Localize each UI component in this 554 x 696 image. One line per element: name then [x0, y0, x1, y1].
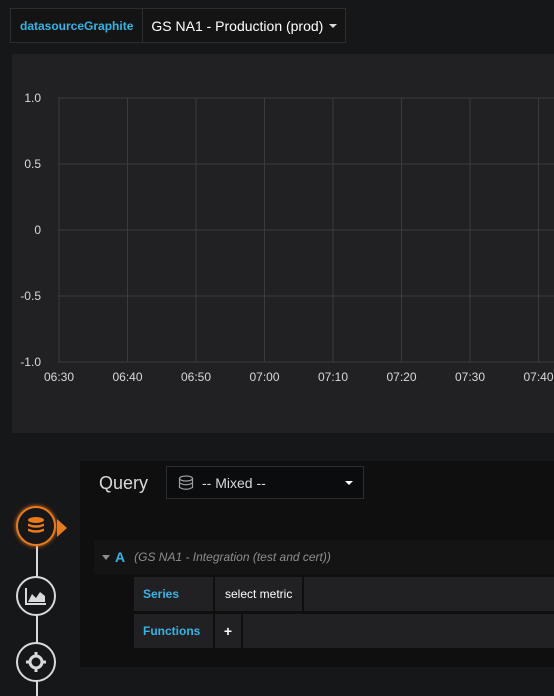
functions-label: Functions	[134, 614, 213, 648]
y-tick-label: -0.5	[20, 289, 41, 303]
x-tick-label: 07:00	[249, 370, 279, 384]
functions-row: Functions +	[134, 614, 554, 648]
series-row-filler	[304, 577, 554, 611]
y-tick-label: 1.0	[24, 91, 41, 105]
sidebar-item-visualization[interactable]	[16, 576, 56, 616]
query-title: Query	[99, 473, 149, 493]
select-metric-segment[interactable]: select metric	[215, 577, 303, 611]
y-tick-label: 0	[34, 223, 41, 237]
chevron-down-icon	[329, 23, 338, 28]
database-icon	[28, 517, 44, 533]
x-tick-label: 07:10	[318, 370, 348, 384]
x-tick-label: 07:20	[386, 370, 416, 384]
query-editor: Query -- Mixed -- A (GS NA1 - Integratio…	[80, 461, 554, 667]
database-icon	[178, 474, 194, 490]
x-tick-label: 06:40	[112, 370, 142, 384]
x-tick-label: 07:30	[455, 370, 485, 384]
query-datasource-name: (GS NA1 - Integration (test and cert))	[134, 550, 331, 564]
collapse-icon[interactable]	[102, 554, 110, 560]
variable-label: datasourceGraphite	[11, 9, 144, 42]
query-ref-id: A	[115, 549, 126, 565]
active-indicator	[57, 519, 67, 537]
template-variable-bar: datasourceGraphite GS NA1 - Production (…	[10, 8, 347, 43]
chart-icon	[25, 588, 46, 605]
variable-value: GS NA1 - Production (prod)	[151, 17, 324, 34]
editor-sidebar	[14, 500, 67, 696]
graph-panel[interactable]: 1.0 0.5 0 -0.5 -1.0 06:30 06:40 06:50 07:00 07:10…	[12, 54, 554, 433]
x-tick-label: 07:40	[523, 370, 553, 384]
datasource-select[interactable]: -- Mixed --	[166, 466, 364, 499]
query-row-header[interactable]: A (GS NA1 - Integration (test and cert))	[94, 540, 554, 574]
sidebar-item-general[interactable]	[16, 642, 56, 682]
gear-icon	[26, 652, 46, 672]
series-row: Series select metric	[134, 577, 554, 611]
y-tick-label: 0.5	[24, 157, 41, 171]
chevron-down-icon	[345, 481, 353, 485]
x-tick-label: 06:30	[44, 370, 74, 384]
graph-chart: 1.0 0.5 0 -0.5 -1.006:30 06:40 06:50 07:00 07:10…	[20, 91, 554, 384]
datasource-select-value: -- Mixed --	[202, 474, 266, 491]
functions-row-filler	[243, 614, 554, 648]
sidebar-item-queries[interactable]	[16, 506, 56, 546]
y-tick-label: -1.0	[20, 355, 41, 369]
series-label: Series	[134, 577, 213, 611]
variable-dropdown[interactable]: GS NA1 - Production (prod)	[143, 9, 346, 42]
x-tick-label: 06:50	[181, 370, 211, 384]
add-function-button[interactable]: +	[215, 614, 241, 648]
